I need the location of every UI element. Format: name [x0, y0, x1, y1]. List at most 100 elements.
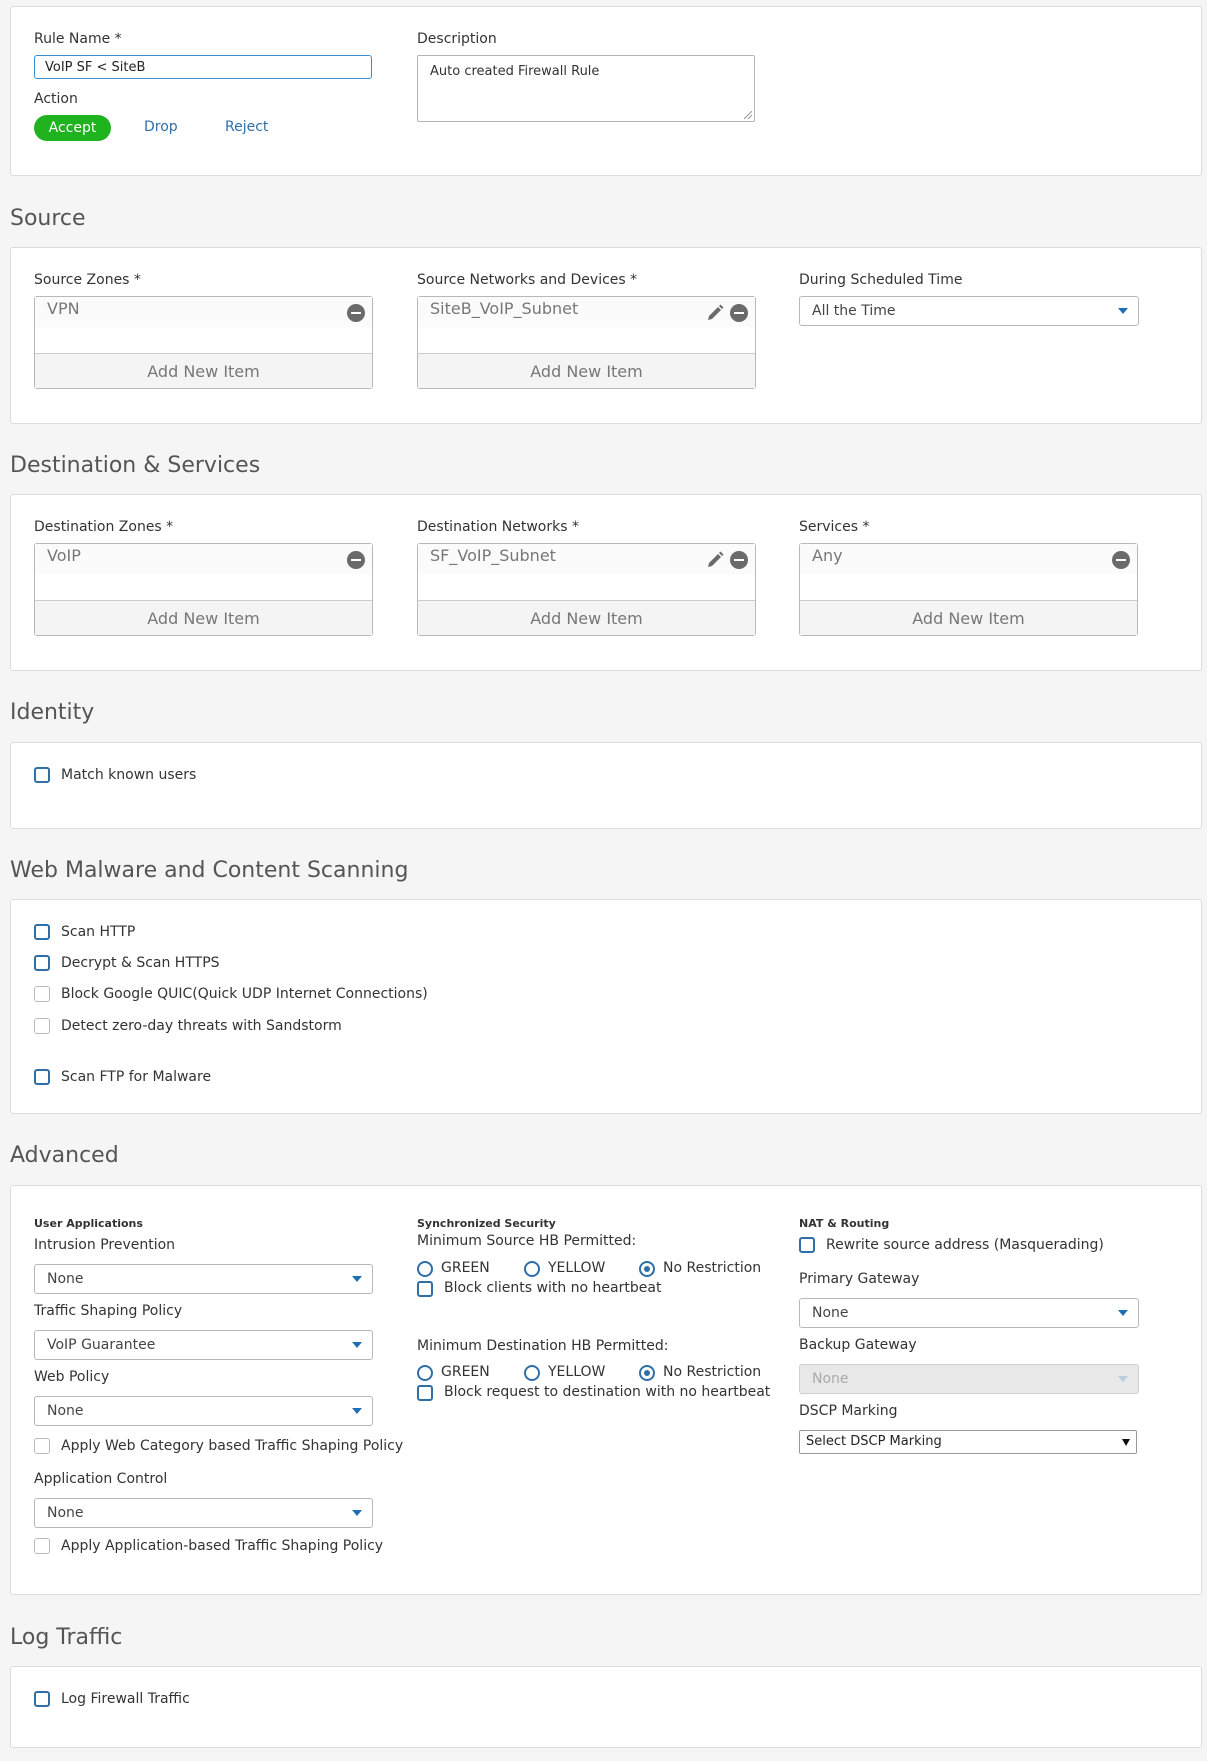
- accept-button[interactable]: Accept: [34, 115, 111, 141]
- reject-button[interactable]: Reject: [225, 119, 268, 135]
- add-new-item-button[interactable]: Add New Item: [418, 353, 755, 388]
- log-panel: Log Firewall Traffic: [10, 1666, 1202, 1748]
- dest-hb-none-radio[interactable]: [639, 1365, 655, 1381]
- source-network-item: SiteB_VoIP_Subnet: [430, 299, 579, 318]
- source-hb-none-radio[interactable]: [639, 1261, 655, 1277]
- destination-network-item: SF_VoIP_Subnet: [430, 546, 556, 565]
- dest-hb-green-label: GREEN: [441, 1364, 490, 1380]
- dest-hb-yellow-radio[interactable]: [524, 1365, 540, 1381]
- source-zones-label: Source Zones *: [34, 272, 141, 288]
- identity-heading: Identity: [10, 700, 95, 725]
- advanced-heading: Advanced: [10, 1143, 119, 1168]
- destination-zones-list: VoIP Add New Item: [34, 543, 373, 636]
- remove-icon[interactable]: [730, 551, 748, 569]
- primary-gateway-select[interactable]: None: [799, 1298, 1139, 1328]
- destination-panel: Destination Zones * VoIP Add New Item De…: [10, 494, 1202, 671]
- web-policy-label: Web Policy: [34, 1369, 110, 1385]
- block-request-checkbox[interactable]: [417, 1385, 433, 1401]
- web-policy-select[interactable]: None: [34, 1396, 373, 1426]
- ips-value: None: [47, 1271, 84, 1287]
- advanced-panel: User Applications Intrusion Prevention N…: [10, 1185, 1202, 1595]
- min-source-hb-label: Minimum Source HB Permitted:: [417, 1233, 637, 1249]
- add-new-item-button[interactable]: Add New Item: [418, 600, 755, 635]
- edit-pencil-icon[interactable]: [705, 550, 725, 570]
- source-hb-yellow-radio[interactable]: [524, 1261, 540, 1277]
- list-item: Any: [800, 544, 1137, 574]
- description-textarea[interactable]: Auto created Firewall Rule: [417, 55, 755, 122]
- chevron-down-icon: [1118, 308, 1128, 314]
- web-category-shaping-label: Apply Web Category based Traffic Shaping…: [61, 1438, 404, 1454]
- schedule-select[interactable]: All the Time: [799, 296, 1139, 326]
- remove-icon[interactable]: [1112, 551, 1130, 569]
- block-request-label: Block request to destination with no hea…: [444, 1384, 771, 1400]
- destination-heading: Destination & Services: [10, 453, 261, 478]
- source-networks-list: SiteB_VoIP_Subnet Add New Item: [417, 296, 756, 389]
- block-quic-label: Block Google QUIC(Quick UDP Internet Con…: [61, 986, 428, 1002]
- traffic-shaping-select[interactable]: VoIP Guarantee: [34, 1330, 373, 1360]
- app-shaping-checkbox[interactable]: [34, 1538, 50, 1554]
- scan-http-checkbox[interactable]: [34, 924, 50, 940]
- match-known-users-checkbox[interactable]: [34, 767, 50, 783]
- add-new-item-button[interactable]: Add New Item: [35, 353, 372, 388]
- backup-gateway-value: None: [812, 1371, 849, 1387]
- primary-gateway-value: None: [812, 1305, 849, 1321]
- list-item: SF_VoIP_Subnet: [418, 544, 755, 574]
- destination-networks-list: SF_VoIP_Subnet Add New Item: [417, 543, 756, 636]
- remove-icon[interactable]: [347, 551, 365, 569]
- destination-zone-item: VoIP: [47, 546, 81, 565]
- user-applications-title: User Applications: [34, 1217, 143, 1230]
- chevron-down-icon: [352, 1510, 362, 1516]
- dscp-label: DSCP Marking: [799, 1403, 898, 1419]
- add-new-item-button[interactable]: Add New Item: [35, 600, 372, 635]
- nat-routing-title: NAT & Routing: [799, 1217, 890, 1230]
- traffic-shaping-value: VoIP Guarantee: [47, 1337, 156, 1353]
- log-firewall-label: Log Firewall Traffic: [61, 1691, 190, 1707]
- scan-ftp-checkbox[interactable]: [34, 1069, 50, 1085]
- traffic-shaping-label: Traffic Shaping Policy: [34, 1303, 183, 1319]
- source-hb-none-label: No Restriction: [663, 1260, 762, 1276]
- source-hb-green-label: GREEN: [441, 1260, 490, 1276]
- backup-gateway-label: Backup Gateway: [799, 1337, 917, 1353]
- list-item: VoIP: [35, 544, 372, 574]
- web-category-shaping-checkbox[interactable]: [34, 1438, 50, 1454]
- masquerading-label: Rewrite source address (Masquerading): [826, 1237, 1104, 1253]
- block-quic-checkbox[interactable]: [34, 986, 50, 1002]
- source-zone-item: VPN: [47, 299, 80, 318]
- chevron-down-icon: [1118, 1310, 1128, 1316]
- schedule-label: During Scheduled Time: [799, 272, 963, 288]
- app-control-select[interactable]: None: [34, 1498, 373, 1528]
- source-panel: Source Zones * VPN Add New Item Source N…: [10, 247, 1202, 424]
- dscp-select[interactable]: Select DSCP Marking: [799, 1430, 1137, 1454]
- primary-gateway-label: Primary Gateway: [799, 1271, 920, 1287]
- block-clients-label: Block clients with no heartbeat: [444, 1280, 662, 1296]
- scan-ftp-label: Scan FTP for Malware: [61, 1069, 212, 1085]
- ips-select[interactable]: None: [34, 1264, 373, 1294]
- remove-icon[interactable]: [730, 304, 748, 322]
- dest-hb-green-radio[interactable]: [417, 1365, 433, 1381]
- decrypt-https-checkbox[interactable]: [34, 955, 50, 971]
- services-label: Services *: [799, 519, 870, 535]
- block-clients-checkbox[interactable]: [417, 1281, 433, 1297]
- app-control-value: None: [47, 1505, 84, 1521]
- rule-name-input[interactable]: VoIP SF < SiteB: [34, 55, 372, 79]
- decrypt-https-label: Decrypt & Scan HTTPS: [61, 955, 220, 971]
- resize-grip-icon[interactable]: [744, 111, 752, 119]
- source-hb-green-radio[interactable]: [417, 1261, 433, 1277]
- sandstorm-label: Detect zero-day threats with Sandstorm: [61, 1018, 342, 1034]
- log-firewall-checkbox[interactable]: [34, 1691, 50, 1707]
- remove-icon[interactable]: [347, 304, 365, 322]
- source-zones-list: VPN Add New Item: [34, 296, 373, 389]
- add-new-item-button[interactable]: Add New Item: [800, 600, 1137, 635]
- sandstorm-checkbox[interactable]: [34, 1018, 50, 1034]
- drop-button[interactable]: Drop: [144, 119, 178, 135]
- services-list: Any Add New Item: [799, 543, 1138, 636]
- action-label: Action: [34, 91, 78, 107]
- source-hb-yellow-label: YELLOW: [548, 1260, 606, 1276]
- source-heading: Source: [10, 206, 86, 231]
- chevron-down-icon: [352, 1408, 362, 1414]
- destination-networks-label: Destination Networks *: [417, 519, 579, 535]
- service-item: Any: [812, 546, 843, 565]
- masquerading-checkbox[interactable]: [799, 1237, 815, 1253]
- edit-pencil-icon[interactable]: [705, 303, 725, 323]
- rule-panel: Rule Name * VoIP SF < SiteB Action Accep…: [10, 6, 1202, 176]
